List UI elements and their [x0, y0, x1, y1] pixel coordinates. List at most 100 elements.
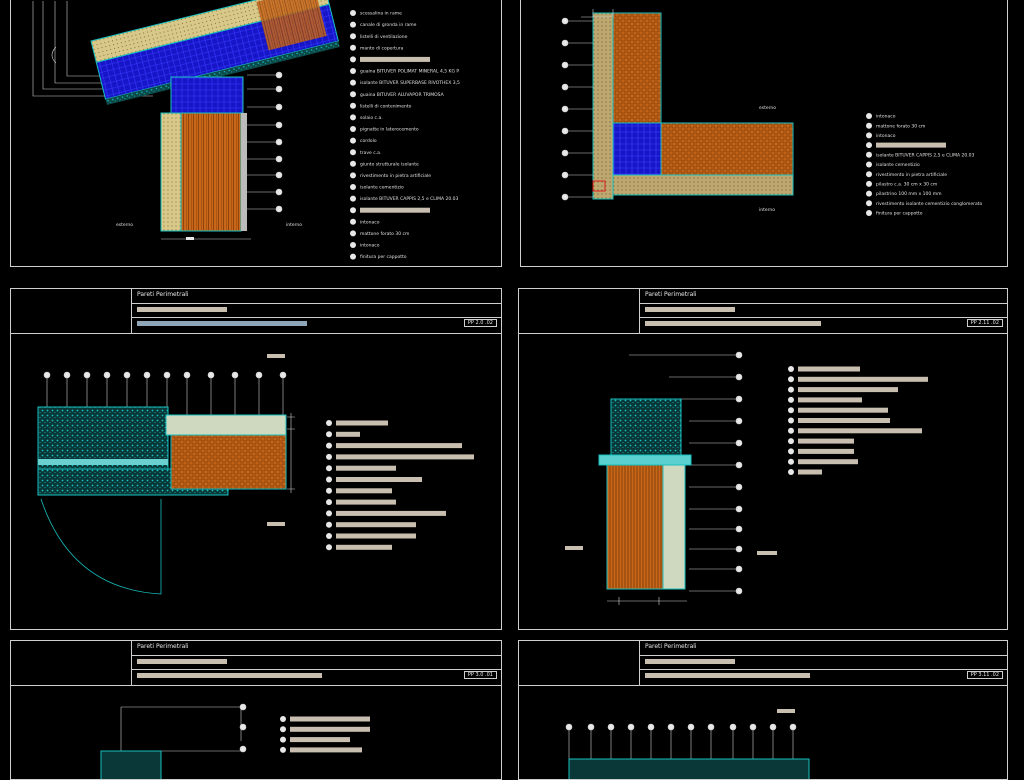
legend-item: finitura per cappotto — [866, 210, 923, 217]
legend-item — [788, 458, 858, 465]
legend-item — [788, 366, 860, 372]
legend-placeholder-bar — [360, 207, 430, 213]
legend-bullet-icon — [326, 521, 332, 528]
legend-bullet-icon — [788, 458, 794, 465]
legend-label: pilastro c.a. 30 cm x 30 cm — [876, 182, 937, 188]
legend-placeholder-bar — [798, 428, 922, 434]
drawing-sheet-1: esterno interno scossalina in rame canale… — [10, 0, 502, 267]
legend-bullet-icon — [350, 253, 356, 260]
legend-item — [326, 521, 416, 528]
legend-bullet-icon — [326, 465, 332, 472]
legend-placeholder-bar — [336, 510, 446, 516]
legend-label: rivestimento in pietra artificiale — [876, 172, 947, 178]
drawing-sheet-5: Pareti Perimetrali PP 3.0 .01 — [10, 640, 502, 780]
legend-bullet-icon — [326, 510, 332, 517]
legend-item — [326, 544, 392, 551]
legend-label: manto di copertura — [360, 45, 404, 51]
legend-bullet-icon — [866, 210, 872, 216]
legend-bullet-icon — [866, 180, 872, 187]
drawing-sheet-2: esterno interno intonaco mattone forato 3… — [520, 0, 1008, 267]
legend-bullet-icon — [866, 161, 872, 168]
legend-label: solaio c.a. — [360, 115, 383, 121]
legend-bullet-icon — [350, 33, 356, 40]
legend-label: mattone forato 30 cm — [876, 123, 925, 129]
legend-bullet-icon — [326, 499, 332, 506]
legend-label: isolante cementizio — [360, 185, 404, 191]
legend-placeholder-bar — [336, 443, 462, 449]
legend-bullet-icon — [350, 242, 356, 248]
legend-placeholder-bar — [336, 522, 416, 528]
legend-label: guaina BITUVER ALUVAPOR TRIMOSA — [360, 92, 445, 98]
legend-item — [788, 469, 822, 475]
legend-item: listelli di contenimento — [350, 102, 412, 109]
legend-bullet-icon — [350, 114, 356, 121]
legend-placeholder-bar — [290, 716, 370, 722]
legend-item — [866, 142, 946, 149]
partial-section-drawing-6 — [565, 709, 810, 779]
legend-item — [326, 420, 388, 426]
legend-bullet-icon — [788, 448, 794, 455]
legend-bullet-icon — [866, 113, 872, 119]
legend-item — [326, 510, 446, 517]
legend-bullet-icon — [350, 44, 356, 51]
legend-item: listelli di ventilazione — [350, 33, 408, 40]
legend-item: manto di copertura — [350, 44, 404, 51]
legend-item: canale di gronda in rame — [350, 21, 417, 28]
legend-item: solaio c.a. — [350, 114, 383, 121]
legend-label: rivestimento in pietra artificiale — [360, 173, 431, 179]
legend-item: pilastro c.a. 30 cm x 30 cm — [866, 180, 937, 188]
legend-bullet-icon — [788, 386, 794, 393]
legend-label: isolante BITUVER CAPPIS 2,5 e CLIMA 20.0… — [360, 196, 459, 202]
legend-item: rivestimento isolante cementizio conglom… — [866, 200, 983, 207]
legend-bullet-icon — [326, 487, 332, 494]
legend-item — [788, 407, 888, 414]
legend-bullet-icon — [788, 417, 794, 424]
legend-bullet-icon — [350, 172, 356, 179]
legend-placeholder-bar — [798, 469, 822, 475]
legend-placeholder-bar — [798, 459, 858, 465]
legend-bullet-icon — [788, 469, 794, 475]
legend-item — [788, 376, 928, 383]
legend-item: rivestimento in pietra artificiale — [866, 171, 947, 178]
legend-list-3 — [326, 420, 474, 551]
legend-label: isolante BITUVER SUPERBASE RIVOTHEX 3,5 — [360, 80, 460, 86]
legend-item — [326, 476, 422, 483]
legend-label: intonaco — [876, 114, 896, 120]
legend-item — [326, 499, 396, 506]
legend-label: pignatte in laterocemento — [360, 127, 419, 133]
legend-label: guaina BITUVER POLIMAT MINERAL 4,5 KG P — [360, 69, 459, 75]
legend-label: cordolo — [360, 138, 377, 144]
legend-bullet-icon — [326, 476, 332, 483]
legend-placeholder-bar — [336, 488, 392, 494]
legend-bullet-icon — [350, 126, 356, 132]
legend-label: listelli di ventilazione — [360, 34, 408, 40]
legend-item: isolante cementizio — [350, 184, 404, 191]
legend-label: scossalina in rame — [360, 11, 402, 17]
legend-item: intonaco — [866, 113, 896, 120]
legend-placeholder-bar — [336, 420, 388, 426]
legend-item — [326, 453, 474, 460]
legend-item: finitura per cappotto — [350, 253, 407, 260]
legend-label: listelli di contenimento — [360, 103, 412, 109]
legend-bullet-icon — [280, 726, 286, 733]
legend-bullet-icon — [280, 716, 286, 722]
legend-item: mattone forato 30 cm — [866, 122, 925, 129]
legend-placeholder-bar — [290, 737, 350, 743]
legend-label: intonaco — [876, 133, 896, 139]
legend-item — [280, 716, 370, 722]
legend-item: isolante BITUVER CAPPIS 2,5 e CLIMA 20.0… — [350, 195, 459, 202]
legend-label: finitura per cappotto — [876, 211, 923, 217]
legend-bullet-icon — [350, 102, 356, 109]
legend-item: isolante BITUVER CAPPIS 2,5 e CLIMA 20.0… — [866, 151, 975, 158]
legend-placeholder-bar — [798, 366, 860, 372]
legend-placeholder-bar — [798, 376, 928, 382]
legend-item: guaina BITUVER POLIMAT MINERAL 4,5 KG P — [350, 68, 459, 75]
legend-item: isolante cementizio — [866, 161, 920, 168]
legend-item: rivestimento in pietra artificiale — [350, 172, 431, 179]
legend-bullet-icon — [326, 431, 332, 438]
legend-bullet-icon — [350, 79, 356, 86]
legend-item — [350, 56, 430, 63]
legend-placeholder-bar — [290, 726, 370, 732]
legend-item: intonaco — [350, 242, 380, 249]
legend-bullet-icon — [350, 160, 356, 167]
